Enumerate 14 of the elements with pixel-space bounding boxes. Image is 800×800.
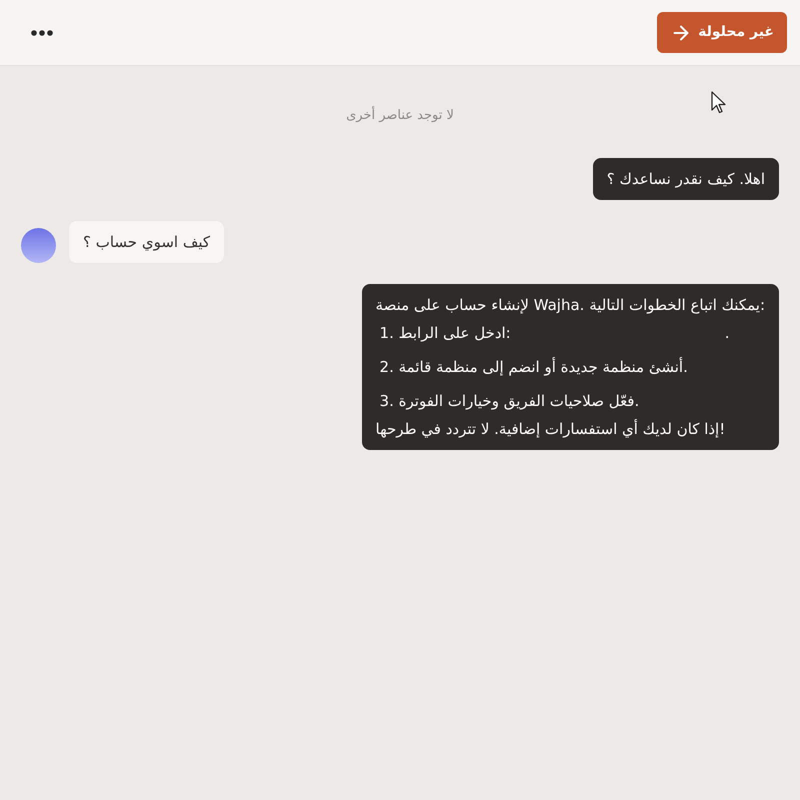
message-text: 3. فعّل صلاحيات الفريق وخيارات الفوترة. bbox=[380, 391, 640, 412]
more-button[interactable] bbox=[29, 28, 55, 38]
message-text: كيف اسوي حساب ؟ bbox=[83, 232, 210, 253]
avatar-icon bbox=[21, 228, 56, 263]
message-text: 2. أنشئ منظمة جديدة أو انضم إلى منظمة قائمة. bbox=[380, 356, 688, 378]
notice-text: لا توجد عناصر أخرى bbox=[345, 107, 455, 125]
message-text: 1. ادخل على الرابط: bbox=[380, 323, 511, 344]
more-icon bbox=[31, 30, 53, 36]
message-text: لإنشاء حساب على منصة Wajha. يمكنك اتباع الخطوات التالية: bbox=[376, 295, 765, 316]
punctuation-text: . bbox=[724, 323, 730, 344]
mouse-pointer-icon bbox=[711, 91, 726, 114]
message-text: إذا كان لديك أي استفسارات إضافية. لا تتردد في طرحها! bbox=[376, 418, 726, 440]
message-text: اهلا. كيف نقدر نساعدك ؟ bbox=[606, 169, 765, 190]
status-button[interactable]: غير محلولة bbox=[657, 12, 787, 53]
